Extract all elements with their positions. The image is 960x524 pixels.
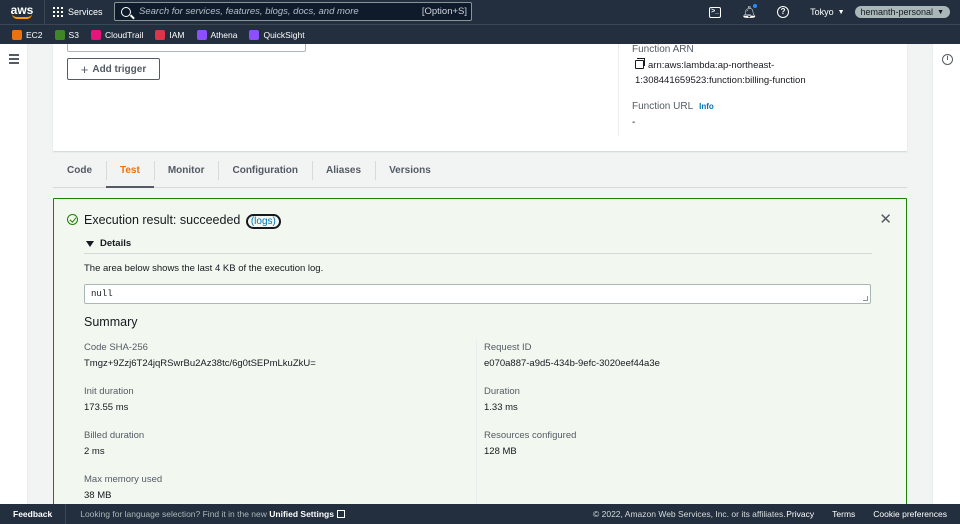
cookie-preferences-link[interactable]: Cookie preferences (873, 509, 947, 519)
search-shortcut: [Option+S] (421, 6, 467, 17)
tab-aliases[interactable]: Aliases (312, 153, 375, 187)
billed-duration-label: Billed duration (84, 430, 145, 441)
log-output-text: null (91, 289, 113, 299)
favorite-cloudtrail[interactable]: CloudTrail (90, 29, 143, 40)
copyright-text: © 2022, Amazon Web Services, Inc. or its… (593, 509, 786, 519)
summary-heading: Summary (84, 315, 138, 329)
duration-value: 1.33 ms (484, 402, 518, 413)
footer-links: Privacy Terms Cookie preferences (786, 509, 947, 519)
log-description: The area below shows the last 4 KB of th… (84, 263, 324, 274)
divider (84, 253, 872, 254)
caret-down-icon: ▼ (937, 8, 944, 16)
search-bar[interactable]: [Option+S] (114, 2, 472, 21)
logs-link[interactable]: (logs) (245, 214, 281, 229)
nav-right-group: >_ 🔔︎ ? Tokyo ▼ hemanth-personal ▼ (698, 0, 960, 24)
left-nav-strip (0, 44, 28, 504)
copy-icon[interactable] (635, 58, 645, 69)
account-label: hemanth-personal (860, 7, 934, 17)
cloudshell-icon: >_ (709, 6, 722, 18)
function-arn-value: arn:aws:lambda:ap-northeast-1:3084416595… (635, 58, 905, 88)
layer-box (67, 44, 306, 52)
privacy-link[interactable]: Privacy (786, 509, 814, 519)
help-button[interactable]: ? (766, 0, 800, 24)
external-link-icon (336, 510, 345, 518)
region-selector[interactable]: Tokyo ▼ (800, 7, 854, 17)
function-arn-text: arn:aws:lambda:ap-northeast-1:3084416595… (635, 60, 806, 86)
help-icon: ? (777, 6, 790, 18)
favorite-iam[interactable]: IAM (155, 29, 185, 40)
search-icon (121, 6, 131, 17)
execution-result-title: Execution result: succeeded (logs) (84, 213, 281, 229)
feedback-button[interactable]: Feedback (0, 504, 67, 524)
divider (618, 44, 619, 136)
favorite-athena[interactable]: Athena (196, 29, 237, 40)
divider (476, 339, 477, 509)
tab-test[interactable]: Test (106, 153, 154, 188)
grid-icon (53, 7, 63, 17)
s3-icon (54, 29, 65, 40)
code-sha-label: Code SHA-256 (84, 342, 148, 353)
max-memory-label: Max memory used (84, 474, 163, 485)
close-icon[interactable]: ✕ (879, 210, 892, 228)
unified-settings-link[interactable]: Unified Settings (269, 509, 334, 519)
success-check-icon (67, 214, 78, 225)
log-output-textarea[interactable]: null (84, 284, 871, 304)
function-overview-card: + Add trigger Function ARN arn:aws:lambd… (53, 44, 907, 151)
request-id-label: Request ID (484, 342, 532, 353)
account-menu[interactable]: hemanth-personal ▼ (854, 6, 950, 18)
ec2-icon (12, 29, 22, 40)
resources-configured-label: Resources configured (484, 430, 577, 441)
tab-monitor[interactable]: Monitor (153, 153, 219, 187)
billed-duration-value: 2 ms (84, 446, 105, 457)
resources-configured-value: 128 MB (484, 446, 517, 457)
function-url-info-link[interactable]: Info (699, 102, 714, 111)
notifications-button[interactable]: 🔔︎ (732, 0, 766, 24)
init-duration-value: 173.55 ms (84, 402, 129, 413)
add-trigger-button[interactable]: + Add trigger (67, 58, 160, 80)
execution-result-panel: Execution result: succeeded (logs) ✕ Det… (53, 198, 907, 518)
favorite-ec2[interactable]: EC2 (12, 29, 43, 40)
menu-icon[interactable] (9, 54, 19, 66)
tab-configuration[interactable]: Configuration (218, 153, 312, 187)
max-memory-value: 38 MB (84, 490, 112, 501)
top-navigation: aws Services [Option+S] >_ 🔔︎ ? Tokyo ▼ … (0, 0, 960, 24)
function-arn-label: Function ARN (632, 44, 694, 55)
favorites-bar: EC2 S3 CloudTrail IAM Athena QuickSight (0, 24, 960, 44)
cloudtrail-icon (90, 29, 101, 40)
function-url-value: - (632, 117, 636, 128)
iam-icon (155, 29, 166, 40)
athena-icon (196, 29, 207, 40)
caret-down-icon: ▼ (837, 8, 845, 16)
console-footer: Feedback Looking for language selection?… (0, 504, 960, 524)
function-tabs: Code Test Monitor Configuration Aliases … (53, 153, 907, 188)
search-input[interactable] (139, 6, 422, 17)
terms-link[interactable]: Terms (832, 509, 855, 519)
details-expander[interactable]: Details (86, 238, 131, 249)
tab-versions[interactable]: Versions (375, 153, 445, 187)
cloudshell-button[interactable]: >_ (698, 0, 732, 24)
region-label: Tokyo (810, 7, 834, 17)
function-url-label: Function URL Info (632, 101, 714, 112)
tab-code[interactable]: Code (53, 153, 106, 187)
aws-logo[interactable]: aws (0, 0, 44, 24)
services-menu-button[interactable]: Services (44, 0, 111, 24)
init-duration-label: Init duration (84, 386, 134, 397)
add-trigger-label: Add trigger (92, 63, 147, 75)
code-sha-value: Tmgz+9Zzj6T24jqRSwrBu2Az38tc/6g0tSEPmLku… (84, 358, 316, 369)
favorite-quicksight[interactable]: QuickSight (249, 29, 305, 40)
request-id-value: e070a887-a9d5-434b-9efc-3020eef44a3e (484, 358, 660, 369)
plus-icon: + (80, 61, 89, 77)
resize-handle-icon[interactable] (863, 296, 868, 301)
info-icon[interactable]: i (942, 54, 953, 65)
duration-label: Duration (484, 386, 520, 397)
caret-down-icon (86, 240, 94, 247)
right-help-strip: i (932, 44, 960, 504)
aws-smile-icon (12, 14, 32, 19)
services-label: Services (68, 7, 103, 17)
quicksight-icon (249, 29, 260, 40)
language-notice: Looking for language selection? Find it … (66, 509, 345, 519)
favorite-s3[interactable]: S3 (54, 29, 79, 40)
